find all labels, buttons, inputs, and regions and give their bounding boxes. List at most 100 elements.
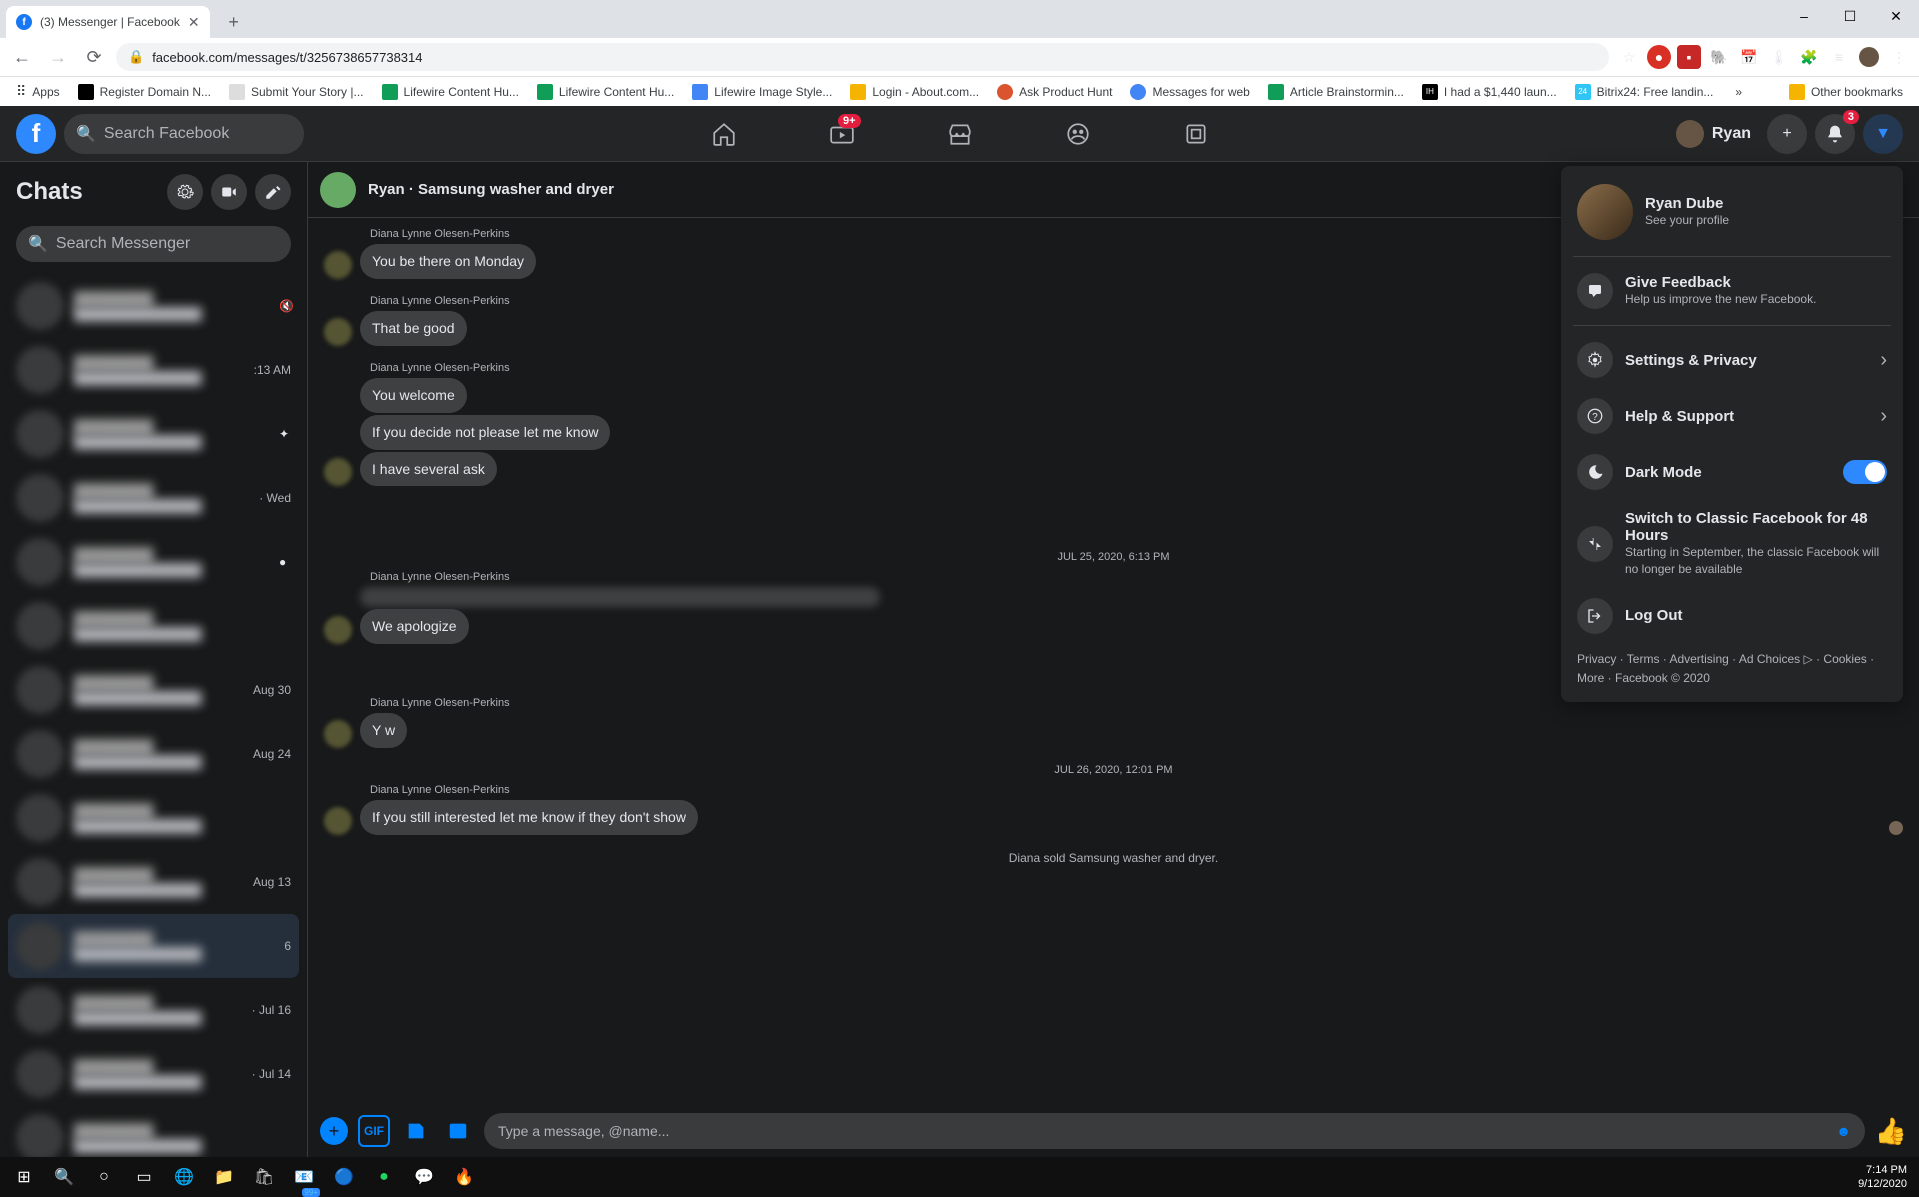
message-bubble[interactable]: If you decide not please let me know bbox=[360, 415, 610, 450]
chat-item[interactable]: ████████ ███████████████ :13 AM bbox=[8, 338, 299, 402]
message-bubble[interactable]: I have several ask bbox=[360, 452, 497, 487]
chat-item[interactable]: ████████ ███████████████ Aug 24 bbox=[8, 722, 299, 786]
image-icon[interactable] bbox=[442, 1115, 474, 1147]
minimize-button[interactable]: – bbox=[1781, 0, 1827, 32]
nav-gaming[interactable] bbox=[1141, 110, 1251, 158]
bookmark-item[interactable]: IHI had a $1,440 laun... bbox=[1414, 80, 1565, 104]
bookmark-item[interactable]: Lifewire Image Style... bbox=[684, 80, 840, 104]
message-bubble[interactable]: That be good bbox=[360, 311, 467, 346]
message-bubble[interactable]: You be there on Monday bbox=[360, 244, 536, 279]
logout-row[interactable]: Log Out bbox=[1569, 588, 1895, 644]
reading-list-icon[interactable]: ≡ bbox=[1827, 45, 1851, 69]
video-room-icon[interactable] bbox=[211, 174, 247, 210]
profile-pill[interactable]: Ryan bbox=[1668, 116, 1759, 152]
thumbs-up-icon[interactable]: 👍 bbox=[1875, 1115, 1907, 1147]
message-bubble[interactable]: If you still interested let me know if t… bbox=[360, 800, 698, 835]
create-button[interactable]: + bbox=[1767, 114, 1807, 154]
url-input[interactable]: 🔒 facebook.com/messages/t/32567386577383… bbox=[116, 43, 1609, 71]
bookmark-item[interactable]: Submit Your Story |... bbox=[221, 80, 372, 104]
bookmark-item[interactable]: Login - About.com... bbox=[842, 80, 987, 104]
messenger-icon[interactable]: 💬 bbox=[404, 1157, 444, 1197]
settings-icon[interactable] bbox=[167, 174, 203, 210]
emoji-icon[interactable]: ☻ bbox=[1836, 1123, 1851, 1139]
messenger-search[interactable]: 🔍 Search Messenger bbox=[16, 226, 291, 262]
bookmark-item[interactable]: Lifewire Content Hu... bbox=[374, 80, 527, 104]
bookmark-item[interactable]: Register Domain N... bbox=[70, 80, 219, 104]
chat-item[interactable]: ████████ ███████████████ · Jul 14 bbox=[8, 1042, 299, 1106]
mail-icon[interactable]: 📧99+ bbox=[284, 1157, 324, 1197]
explorer-icon[interactable]: 📁 bbox=[204, 1157, 244, 1197]
store-icon[interactable]: 🛍 bbox=[244, 1157, 284, 1197]
kebab-menu-icon[interactable]: ⋮ bbox=[1887, 45, 1911, 69]
search-button[interactable]: 🔍 bbox=[44, 1157, 84, 1197]
nav-groups[interactable] bbox=[1023, 110, 1133, 158]
chat-item[interactable]: ████████ ███████████████ 🔇 bbox=[8, 274, 299, 338]
evernote-icon[interactable]: 🐘 bbox=[1707, 45, 1731, 69]
gif-icon[interactable]: GIF bbox=[358, 1115, 390, 1147]
bookmark-item[interactable]: 24Bitrix24: Free landin... bbox=[1567, 80, 1722, 104]
bookmark-item[interactable]: Messages for web bbox=[1122, 80, 1257, 104]
account-menu-button[interactable]: ▼ bbox=[1863, 114, 1903, 154]
chat-item[interactable]: ████████ ███████████████ Aug 13 bbox=[8, 850, 299, 914]
profile-avatar-icon[interactable] bbox=[1857, 45, 1881, 69]
message-bubble[interactable]: We apologize bbox=[360, 609, 469, 644]
chat-item[interactable]: ████████ ███████████████ bbox=[8, 1106, 299, 1157]
ext-icon-1[interactable]: ▪ bbox=[1677, 45, 1701, 69]
abp-icon[interactable]: ● bbox=[1647, 45, 1671, 69]
chat-item[interactable]: ████████ ███████████████ bbox=[8, 786, 299, 850]
apps-button[interactable]: ⠿Apps bbox=[8, 79, 68, 104]
app-icon[interactable]: 🔥 bbox=[444, 1157, 484, 1197]
chat-list[interactable]: ████████ ███████████████ 🔇 ████████ ████… bbox=[0, 270, 307, 1157]
bookmark-item[interactable]: Ask Product Hunt bbox=[989, 80, 1120, 104]
edge-icon[interactable]: 🌐 bbox=[164, 1157, 204, 1197]
ext-icon-2[interactable]: 🌡 bbox=[1767, 45, 1791, 69]
star-icon[interactable]: ☆ bbox=[1617, 45, 1641, 69]
compose-icon[interactable] bbox=[255, 174, 291, 210]
nav-watch[interactable]: 9+ bbox=[787, 110, 897, 158]
conversation-title[interactable]: Ryan · Samsung washer and dryer bbox=[368, 181, 614, 198]
message-bubble[interactable]: Y w bbox=[360, 713, 407, 748]
chat-item[interactable]: ████████ ███████████████ bbox=[8, 594, 299, 658]
spotify-icon[interactable]: ● bbox=[364, 1157, 404, 1197]
facebook-logo[interactable]: f bbox=[16, 114, 56, 154]
help-row[interactable]: ? Help & Support › bbox=[1569, 388, 1895, 444]
start-button[interactable]: ⊞ bbox=[4, 1157, 44, 1197]
bookmark-item[interactable]: Article Brainstormin... bbox=[1260, 80, 1412, 104]
chat-item[interactable]: ████████ ███████████████ 6 bbox=[8, 914, 299, 978]
conversation-avatar[interactable] bbox=[320, 172, 356, 208]
classic-row[interactable]: Switch to Classic Facebook for 48 Hours … bbox=[1569, 500, 1895, 588]
new-tab-button[interactable]: + bbox=[220, 8, 248, 36]
chat-item[interactable]: ████████ ███████████████ ● bbox=[8, 530, 299, 594]
settings-row[interactable]: Settings & Privacy › bbox=[1569, 332, 1895, 388]
close-window-button[interactable]: ✕ bbox=[1873, 0, 1919, 32]
reload-button[interactable]: ⟳ bbox=[80, 43, 108, 71]
profile-row[interactable]: Ryan Dube See your profile bbox=[1569, 174, 1895, 250]
message-bubble[interactable]: You welcome bbox=[360, 378, 467, 413]
bookmark-overflow[interactable]: » bbox=[1727, 81, 1750, 103]
back-button[interactable]: ← bbox=[8, 43, 36, 71]
browser-tab[interactable]: f (3) Messenger | Facebook ✕ bbox=[6, 6, 210, 38]
forward-button[interactable]: → bbox=[44, 43, 72, 71]
chat-item[interactable]: ████████ ███████████████ · Jul 16 bbox=[8, 978, 299, 1042]
cortana-button[interactable]: ○ bbox=[84, 1157, 124, 1197]
clock[interactable]: 7:14 PM 9/12/2020 bbox=[1858, 1163, 1907, 1192]
feedback-row[interactable]: Give Feedback Help us improve the new Fa… bbox=[1569, 263, 1895, 319]
maximize-button[interactable]: ☐ bbox=[1827, 0, 1873, 32]
notifications-button[interactable]: 3 bbox=[1815, 114, 1855, 154]
task-view-button[interactable]: ▭ bbox=[124, 1157, 164, 1197]
chrome-icon[interactable]: 🔵 bbox=[324, 1157, 364, 1197]
chat-item[interactable]: ████████ ███████████████ ✦ bbox=[8, 402, 299, 466]
system-tray[interactable]: 7:14 PM 9/12/2020 bbox=[1858, 1163, 1915, 1192]
extensions-icon[interactable]: 🧩 bbox=[1797, 45, 1821, 69]
dark-mode-toggle[interactable] bbox=[1843, 460, 1887, 484]
bookmark-item[interactable]: Lifewire Content Hu... bbox=[529, 80, 682, 104]
sticker-icon[interactable] bbox=[400, 1115, 432, 1147]
other-bookmarks[interactable]: Other bookmarks bbox=[1781, 80, 1911, 104]
calendar-icon[interactable]: 📅 bbox=[1737, 45, 1761, 69]
message-input[interactable]: Type a message, @name... ☻ bbox=[484, 1113, 1865, 1149]
facebook-search[interactable]: 🔍 Search Facebook bbox=[64, 114, 304, 154]
chat-item[interactable]: ████████ ███████████████ · Wed bbox=[8, 466, 299, 530]
nav-marketplace[interactable] bbox=[905, 110, 1015, 158]
chat-item[interactable]: ████████ ███████████████ Aug 30 bbox=[8, 658, 299, 722]
nav-home[interactable] bbox=[669, 110, 779, 158]
